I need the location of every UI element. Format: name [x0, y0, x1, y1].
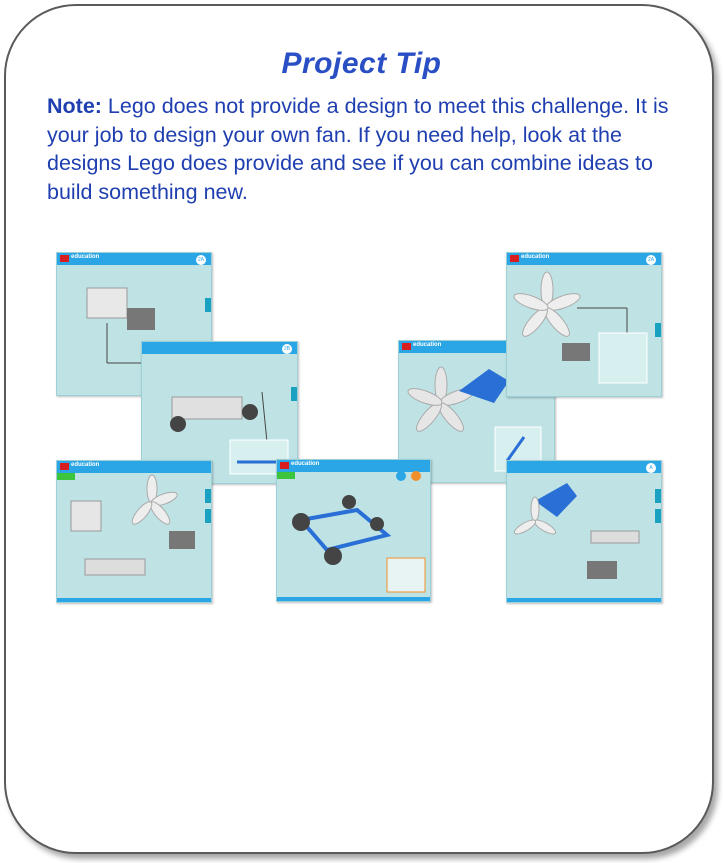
model-illustration — [513, 271, 648, 384]
model-illustration — [292, 471, 426, 593]
model-illustration — [513, 483, 640, 579]
lego-instruction-thumbnail: A — [506, 460, 662, 603]
page-title: Project Tip — [281, 47, 442, 80]
note-text: Lego does not provide a design to meet t… — [47, 94, 669, 204]
lego-instruction-thumbnail: education — [276, 459, 431, 602]
lego-instruction-thumbnail: education — [56, 460, 212, 603]
lego-instruction-thumbnail: education 2A — [506, 252, 662, 397]
note-paragraph: Note: Lego does not provide a design to … — [47, 92, 687, 206]
model-illustration — [70, 474, 195, 576]
note-label: Note: — [47, 94, 102, 118]
